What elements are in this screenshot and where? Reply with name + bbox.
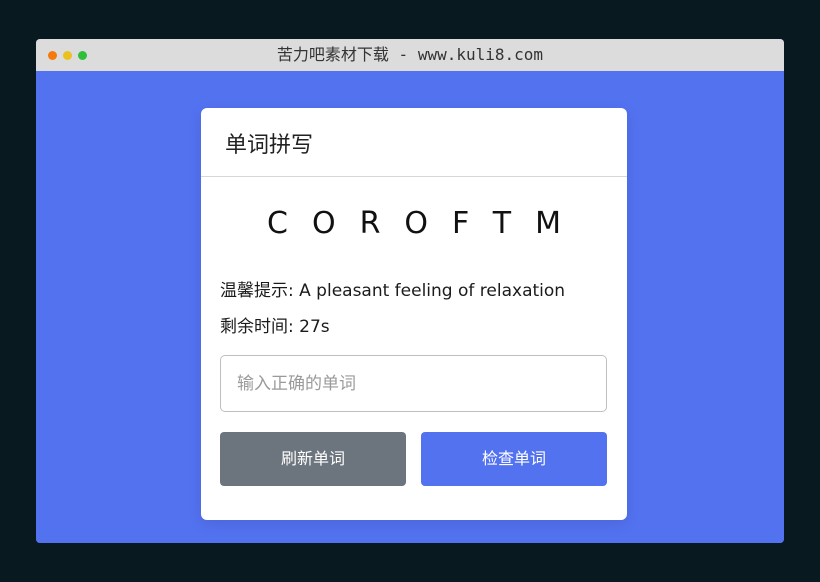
spelling-card: 单词拼写 COROFTM 温馨提示: A pleasant feeling of…	[201, 108, 627, 520]
hint-label: 温馨提示:	[220, 281, 294, 301]
check-word-button[interactable]: 检查单词	[421, 432, 607, 486]
time-label: 剩余时间:	[220, 317, 294, 337]
card-title: 单词拼写	[225, 133, 314, 158]
refresh-word-button[interactable]: 刷新单词	[220, 432, 406, 486]
time-row: 剩余时间: 27s	[220, 312, 330, 337]
hint-row: 温馨提示: A pleasant feeling of relaxation	[220, 276, 565, 301]
card-header: 单词拼写	[201, 108, 627, 177]
page-content: 单词拼写 COROFTM 温馨提示: A pleasant feeling of…	[36, 71, 784, 543]
scrambled-word: COROFTM	[267, 206, 585, 241]
time-value: 27s	[299, 317, 330, 337]
word-input-wrapper	[220, 355, 607, 412]
word-input[interactable]	[221, 356, 606, 411]
window-title: 苦力吧素材下载 - www.kuli8.com	[276, 45, 544, 64]
browser-window: 苦力吧素材下载 - www.kuli8.com 单词拼写 COROFTM 温馨提…	[36, 39, 784, 543]
hint-text: A pleasant feeling of relaxation	[299, 281, 566, 301]
title-bar: 苦力吧素材下载 - www.kuli8.com	[36, 39, 784, 71]
